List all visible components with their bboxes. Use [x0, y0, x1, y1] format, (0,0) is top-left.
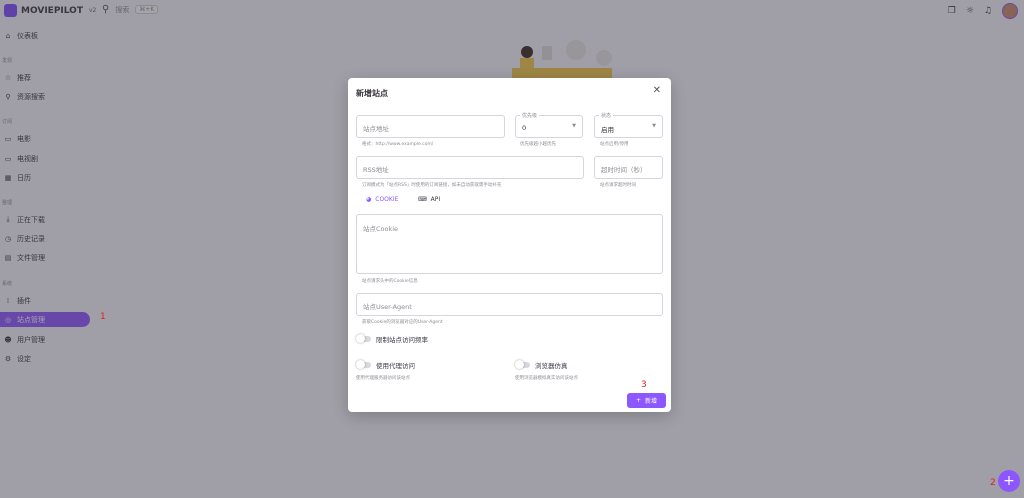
priority-label: 优先级	[520, 112, 540, 119]
dialog-title: 新增站点	[356, 89, 388, 98]
annotation-2: 2	[990, 478, 996, 488]
add-site-button[interactable]: + 新增	[627, 393, 666, 408]
plus-icon: +	[1003, 473, 1015, 489]
chevron-down-icon: ▼	[572, 123, 576, 129]
priority-hint: 优先级越小越优先	[520, 142, 556, 147]
cookie-icon: ◕	[366, 196, 372, 203]
user-agent-hint: 获取Cookie的浏览器对应的User-Agent	[362, 320, 443, 325]
tab-api-label: API	[430, 196, 441, 203]
user-agent-placeholder: 站点User-Agent	[363, 303, 412, 311]
annotation-1: 1	[100, 312, 106, 322]
proxy-toggle[interactable]	[356, 360, 371, 369]
timeout-hint: 站点请求超时时间	[600, 183, 636, 188]
status-label: 状态	[599, 112, 614, 119]
annotation-3: 3	[641, 380, 647, 390]
add-site-fab[interactable]: +	[998, 470, 1020, 492]
close-icon[interactable]: ✕	[653, 85, 661, 96]
rss-placeholder: RSS地址	[363, 166, 389, 174]
user-agent-input[interactable]: 站点User-Agent	[356, 293, 663, 316]
cookie-placeholder: 站点Cookie	[363, 225, 399, 233]
limit-rate-label: 限制站点访问频率	[376, 336, 428, 344]
tab-cookie-label: COOKIE	[375, 196, 399, 203]
rss-hint: 订阅模式为「站点RSS」时使用的订阅链接，如未自动获取需手动补充	[362, 183, 502, 188]
site-url-hint: 格式：http://www.example.com/	[362, 142, 434, 147]
site-url-input[interactable]: 站点地址	[356, 115, 505, 138]
rss-input[interactable]: RSS地址	[356, 156, 584, 179]
cookie-hint: 站点请求头中的Cookie信息	[362, 279, 418, 284]
priority-value: 0	[522, 124, 527, 132]
priority-select[interactable]: 优先级 0 ▼	[515, 112, 583, 138]
status-hint: 站点启用/停用	[600, 142, 629, 147]
chevron-down-icon: ▼	[652, 123, 656, 129]
timeout-input[interactable]: 超时时间（秒）	[594, 156, 663, 179]
tab-cookie[interactable]: ◕ COOKIE	[366, 196, 398, 203]
api-icon: ⌨	[418, 196, 427, 203]
status-value: 启用	[601, 126, 614, 134]
browser-emulation-label: 浏览器仿真	[535, 362, 568, 370]
site-url-placeholder: 站点地址	[363, 125, 389, 133]
add-button-label: 新增	[645, 398, 658, 405]
add-site-dialog: 新增站点 ✕ 站点地址 格式：http://www.example.com/ 优…	[348, 78, 671, 412]
browser-emulation-toggle[interactable]	[515, 360, 530, 369]
status-select[interactable]: 状态 启用 ▼	[594, 112, 663, 138]
cookie-textarea[interactable]: 站点Cookie	[356, 214, 663, 274]
tab-api[interactable]: ⌨ API	[418, 196, 440, 203]
timeout-placeholder: 超时时间（秒）	[601, 166, 647, 174]
proxy-hint: 使用代理服务器访问该站点	[356, 376, 410, 381]
limit-rate-toggle[interactable]	[356, 334, 371, 343]
browser-emulation-hint: 使用浏览器模拟真实访问该站点	[515, 376, 578, 381]
plus-icon: +	[635, 397, 641, 404]
proxy-label: 使用代理访问	[376, 362, 415, 370]
